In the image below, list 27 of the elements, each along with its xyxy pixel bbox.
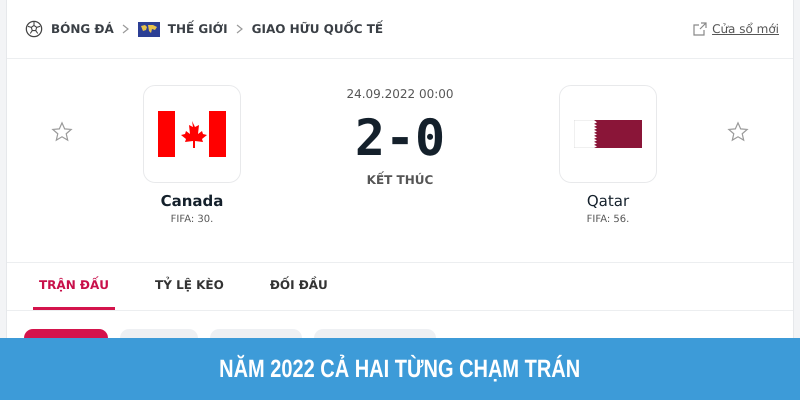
- star-icon[interactable]: [727, 121, 749, 143]
- match-datetime: 24.09.2022 00:00: [346, 87, 454, 101]
- breadcrumb-link[interactable]: BÓNG ĐÁ: [51, 22, 114, 36]
- team-logo[interactable]: [559, 85, 657, 183]
- soccer-ball-icon: [25, 20, 43, 38]
- new-window-link[interactable]: Cửa sổ mới: [693, 22, 779, 36]
- team-name[interactable]: Canada: [160, 192, 224, 210]
- world-map-icon: [138, 22, 160, 36]
- star-icon[interactable]: [51, 121, 73, 143]
- flag-icon: [574, 120, 642, 148]
- match-status: KẾT THÚC: [366, 173, 434, 187]
- breadcrumb-link[interactable]: THẾ GIỚI: [168, 22, 228, 36]
- chevron-icon: [122, 24, 130, 34]
- tab[interactable]: TRẬN ĐẤU: [33, 263, 116, 310]
- team-logo[interactable]: [143, 85, 241, 183]
- team-name[interactable]: Qatar: [586, 192, 630, 210]
- external-link-icon: [693, 22, 708, 36]
- tab[interactable]: TỶ LỆ KÈO: [149, 263, 230, 310]
- chevron-icon: [236, 24, 244, 34]
- fifa-ranking: FIFA: 56.: [586, 214, 630, 225]
- filter-chip[interactable]: [24, 329, 108, 338]
- banner-caption: NĂM 2022 CẢ HAI TỪNG CHẠM TRÁN: [219, 354, 581, 384]
- flag-icon: [158, 111, 226, 157]
- breadcrumb-link[interactable]: GIAO HỮU QUỐC TẾ: [252, 22, 384, 36]
- match-score: 2-0: [354, 109, 446, 167]
- tab[interactable]: ĐỐI ĐẦU: [264, 263, 334, 310]
- fifa-ranking: FIFA: 30.: [170, 214, 214, 225]
